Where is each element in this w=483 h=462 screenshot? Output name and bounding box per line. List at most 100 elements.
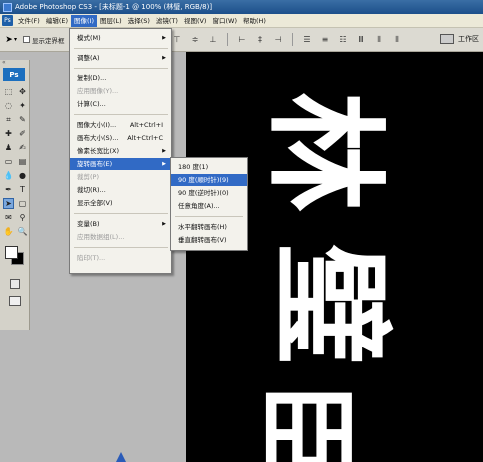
align-top-icon[interactable]: ⊤ [170, 33, 184, 46]
menu-item-arbitrary[interactable]: 任意角度(A)... [171, 200, 247, 212]
align-vcenter-icon[interactable]: ≑ [188, 33, 202, 46]
submenu-arrow-icon: ▶ [162, 55, 166, 61]
menu-window[interactable]: 窗口(W) [209, 15, 240, 27]
history-brush-tool-icon[interactable]: ✍ [17, 142, 28, 153]
menu-item-adjust[interactable]: 调整(A) ▶ [70, 52, 171, 64]
menu-item-crop[interactable]: 裁剪(P) [70, 171, 171, 183]
menu-item-rotate-180[interactable]: 180 度(1) [171, 161, 247, 173]
menu-help[interactable]: 帮助(H) [240, 15, 269, 27]
crop-tool-icon[interactable]: ⌗ [3, 114, 14, 125]
menu-select[interactable]: 选择(S) [125, 15, 153, 27]
distribute-left-icon[interactable]: Ⅲ [354, 33, 368, 46]
distribute-top-icon[interactable]: ☰ [300, 33, 314, 46]
menu-view[interactable]: 视图(V) [181, 15, 210, 27]
menu-item-rotate-90-ccw[interactable]: 90 度(逆时针)(0) [171, 187, 247, 199]
slice-tool-icon[interactable]: ✎ [17, 114, 28, 125]
healing-brush-tool-icon[interactable]: ✚ [3, 128, 14, 139]
menu-item-calculations[interactable]: 计算(C)... [70, 98, 171, 110]
menu-item-flip-horizontal[interactable]: 水平翻转画布(H) [171, 221, 247, 233]
submenu-arrow-icon: ▶ [162, 148, 166, 154]
workspace-label[interactable]: 工作区 [458, 34, 479, 44]
menu-item-pixel-aspect[interactable]: 像素长宽比(X) ▶ [70, 145, 171, 157]
ps-logo: Ps [3, 68, 25, 81]
canvas-char: 林 [254, 92, 395, 212]
menu-item-trim[interactable]: 裁切(R)... [70, 184, 171, 196]
canvas-char: 臣 [247, 382, 365, 462]
item-label: 应用数据组(L)... [77, 233, 125, 241]
image-menu-dropdown: 模式(M) ▶ 调整(A) ▶ 复制(D)... 应用图像(Y)... 计算(C).… [69, 28, 172, 274]
shape-tool-icon[interactable]: ▢ [17, 198, 28, 209]
menu-bar: Ps 文件(F) 编辑(E) 图像(I) 图层(L) 选择(S) 滤镜(T) 视… [0, 14, 483, 28]
eraser-tool-icon[interactable]: ▭ [3, 156, 14, 167]
align-hcenter-icon[interactable]: ‡ [253, 33, 267, 46]
align-right-icon[interactable]: ⊣ [271, 33, 285, 46]
divider [292, 33, 293, 46]
workspace-switcher[interactable]: 工作区 [440, 34, 479, 44]
menu-item-image-size[interactable]: 图像大小(I)... Alt+Ctrl+I [70, 119, 171, 131]
menu-item-duplicate[interactable]: 复制(D)... [70, 72, 171, 84]
show-bounding-box-checkbox[interactable] [23, 36, 31, 43]
rotate-canvas-submenu: 180 度(1) 90 度(顺时针)(9) 90 度(逆时针)(0) 任意角度(… [170, 157, 248, 251]
type-tool-icon[interactable]: T [17, 184, 28, 195]
move-tool-icon[interactable]: ✥ [17, 86, 28, 97]
item-label: 画布大小(S)... [77, 134, 119, 142]
distribute-bottom-icon[interactable]: ☷ [336, 33, 350, 46]
shortcut-label: Alt+Ctrl+C [127, 134, 163, 142]
item-label: 陷印(T)... [77, 254, 106, 262]
pen-tool-icon[interactable]: ✒ [3, 184, 14, 195]
photoshop-app-icon [3, 2, 12, 12]
window-title: Adobe Photoshop CS3 - [未标题-1 @ 100% (林璧,… [15, 3, 213, 11]
zoom-tool-icon[interactable]: 🔍 [17, 226, 28, 237]
menu-item-rotate-90-cw[interactable]: 90 度(顺时针)(9) [171, 174, 247, 186]
eyedropper-tool-icon[interactable]: ⚲ [17, 212, 28, 223]
notes-tool-icon[interactable]: ✉ [3, 212, 14, 223]
distribute-hcenter-icon[interactable]: ⫴ [372, 33, 386, 46]
toolbox-grip[interactable]: « [0, 60, 29, 66]
menu-item-mode[interactable]: 模式(M) ▶ [70, 32, 171, 44]
lasso-tool-icon[interactable]: ◌ [3, 100, 14, 111]
blur-tool-icon[interactable]: 💧 [3, 170, 14, 181]
item-label: 调整(A) [77, 54, 100, 62]
menu-item-apply-image[interactable]: 应用图像(Y)... [70, 85, 171, 97]
brush-tool-icon[interactable]: ✐ [17, 128, 28, 139]
menu-edit[interactable]: 编辑(E) [43, 15, 71, 27]
chevron-down-icon[interactable]: ▾ [14, 36, 17, 43]
menu-item-canvas-size[interactable]: 画布大小(S)... Alt+Ctrl+C [70, 132, 171, 144]
menu-item-trap[interactable]: 陷印(T)... [70, 252, 171, 264]
menu-item-variables[interactable]: 变量(B) ▶ [70, 218, 171, 230]
menu-item-apply-data-set[interactable]: 应用数据组(L)... [70, 231, 171, 243]
quick-mask-buttons [0, 278, 29, 290]
menu-item-rotate-canvas[interactable]: 旋转画布(E) ▶ [70, 158, 171, 170]
hand-tool-icon[interactable]: ✋ [3, 226, 14, 237]
menu-file[interactable]: 文件(F) [15, 15, 43, 27]
document-canvas[interactable]: 林 璧 臣 [186, 52, 483, 462]
shortcut-label: Alt+Ctrl+I [129, 121, 163, 129]
distribute-vcenter-icon[interactable]: ≡ [318, 33, 332, 46]
standard-mode-icon[interactable] [9, 279, 20, 289]
clone-stamp-tool-icon[interactable]: ♟ [3, 142, 14, 153]
divider [74, 48, 168, 49]
item-label: 计算(C)... [77, 100, 106, 108]
menu-image[interactable]: 图像(I) [71, 14, 97, 27]
dodge-tool-icon[interactable]: ● [17, 170, 28, 181]
divider [227, 33, 228, 46]
align-bottom-icon[interactable]: ⊥ [206, 33, 220, 46]
submenu-arrow-icon: ▶ [162, 35, 166, 41]
path-selection-tool-icon[interactable]: ➤ [3, 198, 14, 209]
gradient-tool-icon[interactable]: ▤ [17, 156, 28, 167]
menu-item-reveal-all[interactable]: 显示全部(V) [70, 197, 171, 209]
screen-mode-icon[interactable] [8, 296, 21, 306]
magic-wand-tool-icon[interactable]: ✦ [17, 100, 28, 111]
marquee-tool-icon[interactable]: ⬚ [3, 86, 14, 97]
item-label: 图像大小(I)... [77, 121, 117, 129]
ps-menu-icon[interactable]: Ps [2, 15, 13, 26]
menu-layer[interactable]: 图层(L) [97, 15, 125, 27]
distribute-right-icon[interactable]: ⦀ [390, 33, 404, 46]
align-left-icon[interactable]: ⊢ [235, 33, 249, 46]
submenu-arrow-icon: ▶ [162, 221, 166, 227]
menu-item-flip-vertical[interactable]: 垂直翻转画布(V) [171, 234, 247, 246]
menu-filter[interactable]: 滤镜(T) [153, 15, 181, 27]
workspace-icon[interactable] [440, 34, 454, 44]
foreground-color-swatch[interactable] [5, 246, 18, 259]
move-tool-preset-icon[interactable]: ➤ [4, 34, 14, 46]
